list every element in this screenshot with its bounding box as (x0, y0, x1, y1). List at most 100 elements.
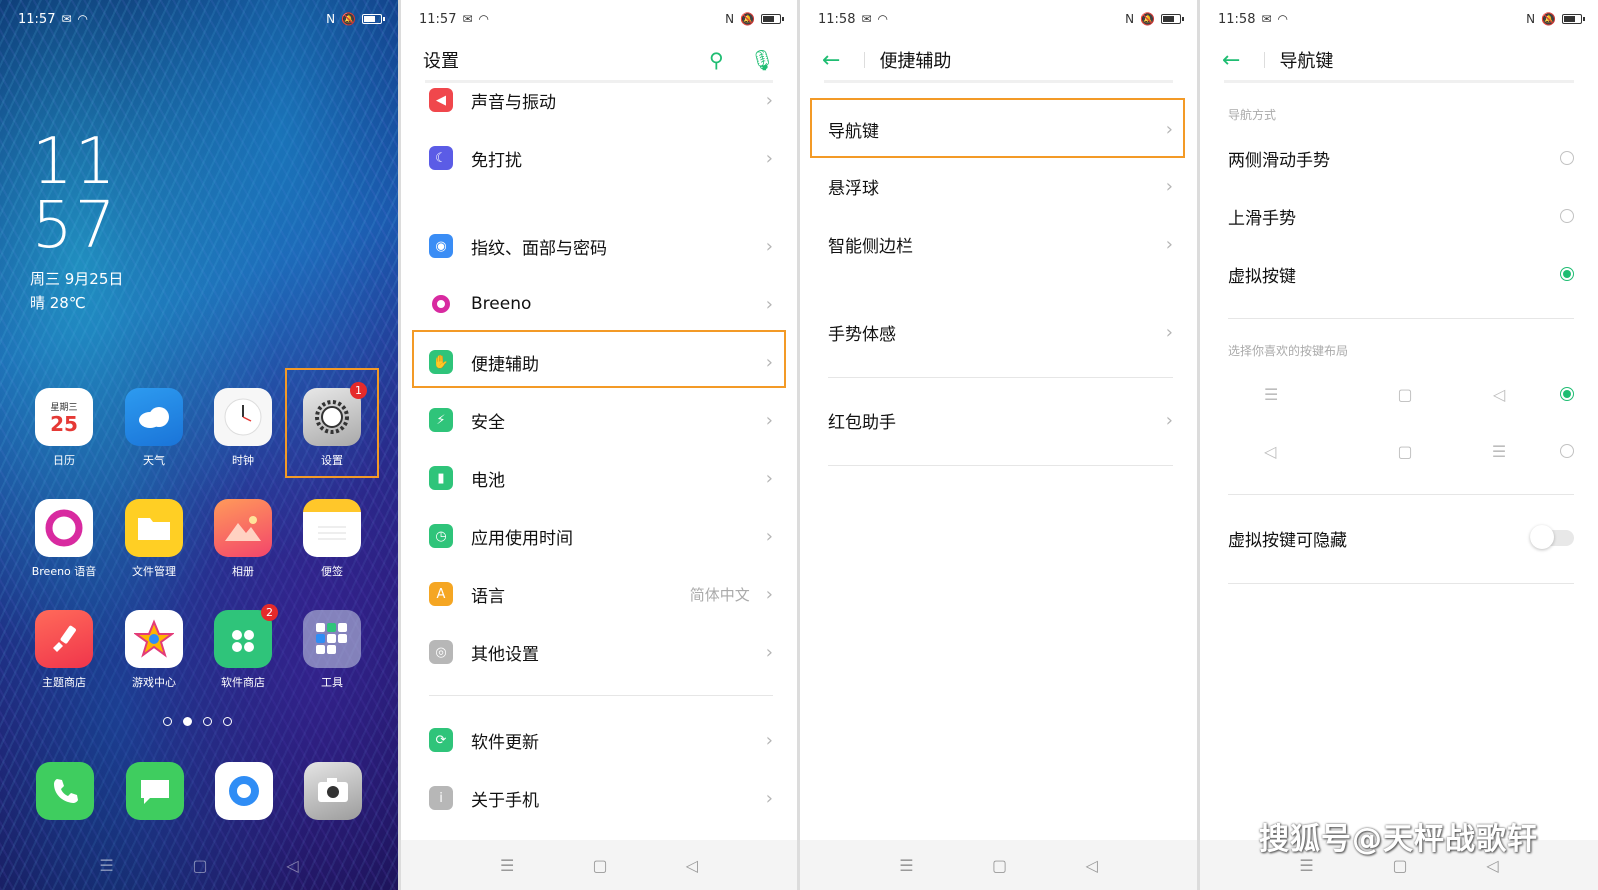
app-label: 相册 (232, 565, 254, 578)
assist-item-floating-ball[interactable]: 悬浮球 › (800, 158, 1197, 214)
app-clock[interactable]: 时钟 (203, 388, 283, 468)
menu-key[interactable]: ☰ (99, 856, 113, 875)
app-photos[interactable]: 相册 (203, 499, 283, 579)
layout-option-2[interactable]: ◁ ▢ ☰ (1228, 423, 1574, 479)
app-label: 主题商店 (42, 676, 86, 689)
home-key[interactable]: ▢ (192, 856, 207, 875)
messages-icon[interactable] (126, 762, 184, 820)
settings-item-convenient-assist[interactable]: ✋ 便捷辅助 › (401, 334, 797, 390)
back-arrow-icon[interactable]: ← (822, 48, 840, 73)
calendar-weekday: 星期三 (50, 402, 78, 413)
browser-icon[interactable] (215, 762, 273, 820)
settings-item-sound[interactable]: ◀ 声音与振动 › (401, 72, 797, 128)
settings-item-security[interactable]: ⚡ 安全 › (401, 392, 797, 448)
app-label: 文件管理 (132, 565, 176, 578)
app-label: 便签 (321, 565, 343, 578)
app-label: 软件商店 (221, 676, 265, 689)
more-settings-icon: ◎ (429, 640, 453, 664)
page-title: 便捷辅助 (879, 51, 952, 72)
back-key[interactable]: ◁ (1486, 856, 1498, 875)
list-divider (828, 465, 1173, 466)
notes-icon (303, 499, 361, 557)
toggle-switch[interactable] (1530, 525, 1574, 549)
clock-icon (214, 388, 272, 446)
nav-method-virtual-keys[interactable]: 虚拟按键 (1200, 246, 1598, 302)
settings-item-software-update[interactable]: ⟳ 软件更新 › (401, 712, 797, 768)
status-time: 11:58 (1218, 11, 1256, 27)
header-divider (824, 80, 1173, 83)
radio-button[interactable] (1560, 444, 1574, 458)
menu-key[interactable]: ☰ (899, 856, 913, 875)
chevron-right-icon: › (1165, 175, 1173, 197)
chevron-right-icon: › (765, 583, 773, 605)
assist-item-label: 手势体感 (828, 324, 896, 345)
settings-item-label: 关于手机 (471, 790, 539, 811)
microphone-icon[interactable]: 🎙 (750, 48, 775, 72)
app-file-manager[interactable]: 文件管理 (114, 499, 194, 579)
settings-item-security-password[interactable]: ◉ 指纹、面部与密码 › (401, 218, 797, 274)
app-weather[interactable]: 天气 (114, 388, 194, 468)
app-theme-store[interactable]: 主题商店 (24, 610, 104, 690)
chevron-right-icon: › (765, 525, 773, 547)
clock-widget[interactable]: 11 57 (32, 130, 117, 258)
page-title: 导航键 (1279, 51, 1334, 72)
settings-item-other[interactable]: ◎ 其他设置 › (401, 624, 797, 680)
photos-icon (214, 499, 272, 557)
radio-button-selected[interactable] (1560, 267, 1574, 281)
settings-item-label: 其他设置 (471, 644, 539, 665)
clock-hour: 11 (32, 125, 118, 199)
assist-icon: ✋ (429, 350, 453, 374)
back-key[interactable]: ◁ (286, 856, 298, 875)
assist-item-nav-keys[interactable]: 导航键 › (800, 101, 1197, 157)
layout-option-1[interactable]: ☰ ▢ ◁ (1228, 366, 1574, 422)
app-calendar[interactable]: 星期三 25 日历 (24, 388, 104, 468)
phone-icon[interactable] (36, 762, 94, 820)
assist-item-red-packet[interactable]: 红包助手 › (800, 392, 1197, 448)
settings-item-screen-time[interactable]: ◷ 应用使用时间 › (401, 508, 797, 564)
app-software-store[interactable]: 2 软件商店 (203, 604, 283, 690)
chevron-right-icon: › (765, 89, 773, 111)
layout-key-menu: ☰ (1491, 441, 1507, 461)
camera-icon[interactable] (304, 762, 362, 820)
nav-method-swipe-up[interactable]: 上滑手势 (1200, 188, 1598, 244)
settings-item-language[interactable]: A 语言 简体中文 › (401, 566, 797, 622)
nav-method-two-side-swipe[interactable]: 两侧滑动手势 (1200, 130, 1598, 186)
menu-key[interactable]: ☰ (1299, 856, 1313, 875)
assist-item-gesture[interactable]: 手势体感 › (800, 304, 1197, 360)
home-key[interactable]: ▢ (1392, 856, 1407, 875)
app-notes[interactable]: 便签 (292, 499, 372, 579)
assist-item-label: 悬浮球 (828, 178, 879, 199)
nav-bar: ☰ ▢ ◁ (800, 840, 1197, 890)
chevron-right-icon: › (765, 147, 773, 169)
hide-virtual-keys-setting[interactable]: 虚拟按键可隐藏 (1200, 510, 1598, 566)
settings-item-dnd[interactable]: ☾ 免打扰 › (401, 130, 797, 186)
app-game-center[interactable]: 游戏中心 (114, 610, 194, 690)
radio-button[interactable] (1560, 151, 1574, 165)
menu-key[interactable]: ☰ (500, 856, 514, 875)
app-settings[interactable]: 1 设置 (292, 382, 372, 468)
app-tools-folder[interactable]: 工具 (292, 610, 372, 690)
back-key[interactable]: ◁ (1085, 856, 1097, 875)
settings-item-battery[interactable]: ▮ 电池 › (401, 450, 797, 506)
fingerprint-icon: ◉ (429, 234, 453, 258)
battery-icon (761, 14, 784, 24)
home-key[interactable]: ▢ (592, 856, 607, 875)
chevron-right-icon: › (765, 467, 773, 489)
settings-item-breeno[interactable]: Breeno › (401, 276, 797, 332)
radio-button[interactable] (1560, 209, 1574, 223)
nav-keys-screen: 11:58 ✉ ◠ N 🔕 ← 导航键 导航方式 两侧滑动手势 上滑手势 虚拟按… (1200, 0, 1598, 890)
back-key[interactable]: ◁ (686, 856, 698, 875)
app-label: 日历 (53, 454, 75, 467)
home-key[interactable]: ▢ (992, 856, 1007, 875)
assist-item-smart-sidebar[interactable]: 智能侧边栏 › (800, 216, 1197, 272)
radio-button-selected[interactable] (1560, 387, 1574, 401)
status-time: 11:57 (419, 11, 457, 27)
settings-item-about[interactable]: i 关于手机 › (401, 770, 797, 826)
status-bar: 11:57 ✉ ◠ N 🔕 (401, 0, 797, 38)
search-icon[interactable]: ⚲ (709, 48, 724, 72)
page-indicator[interactable] (163, 717, 232, 726)
home-screen: 11:57 ✉ ◠ N 🔕 11 57 周三 9月25日 晴 28℃ 星期三 2… (0, 0, 398, 890)
back-arrow-icon[interactable]: ← (1222, 48, 1240, 73)
app-breeno-voice[interactable]: Breeno 语音 (24, 499, 104, 579)
chevron-right-icon: › (765, 787, 773, 809)
